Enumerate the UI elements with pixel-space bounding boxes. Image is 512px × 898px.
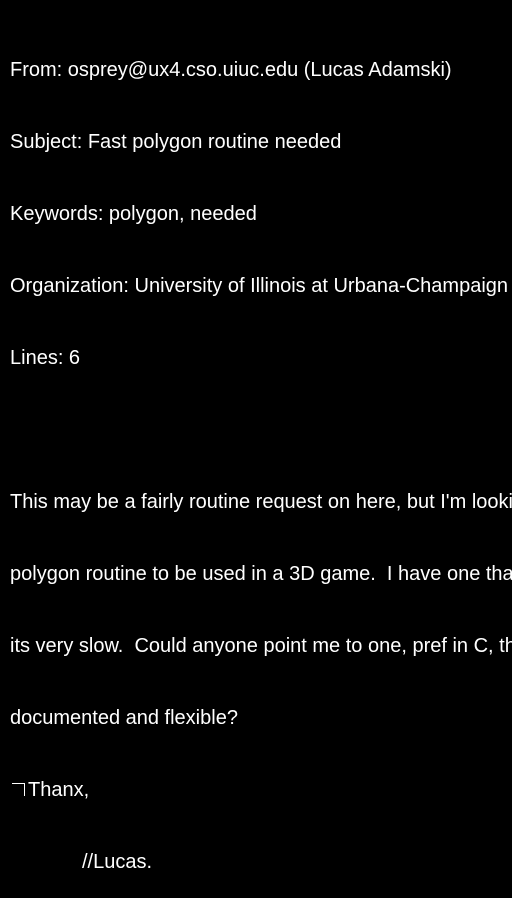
body-line-2: polygon routine to be used in a 3D game.… bbox=[10, 563, 512, 585]
header-keywords: Keywords: polygon, needed bbox=[10, 203, 257, 225]
body-line-3: its very slow. Could anyone point me to … bbox=[10, 635, 512, 657]
body-line-5-row: Thanx, bbox=[10, 778, 512, 802]
header-from: From: osprey@ux4.cso.uiuc.edu (Lucas Ada… bbox=[10, 59, 452, 81]
header-organization: Organization: University of Illinois at … bbox=[10, 275, 509, 297]
header-subject: Subject: Fast polygon routine needed bbox=[10, 131, 342, 153]
body-line-5: Thanx, bbox=[28, 779, 90, 801]
body-line-1: This may be a fairly routine request on … bbox=[10, 491, 512, 513]
signature: //Lucas. bbox=[82, 851, 153, 873]
message-document: From: osprey@ux4.cso.uiuc.edu (Lucas Ada… bbox=[10, 10, 512, 898]
header-lines: Lines: 6 bbox=[10, 347, 81, 369]
body-line-4: documented and flexible? bbox=[10, 707, 238, 729]
control-char-icon bbox=[10, 778, 28, 802]
